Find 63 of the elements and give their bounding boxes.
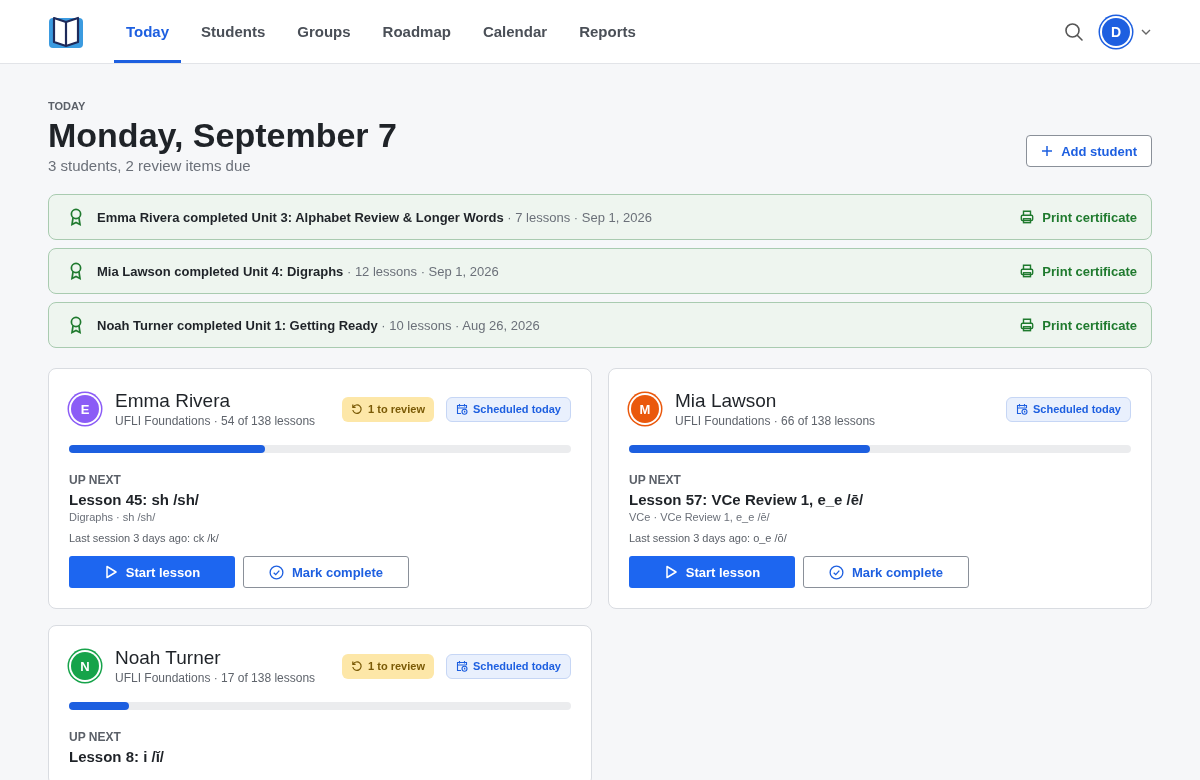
review-badge: 1 to review [342,653,434,679]
lesson-detail: Digraphs · sh /sh/ [69,511,157,523]
lesson-title: Lesson 45: sh /sh/ [69,491,201,508]
scheduled-badge: Scheduled today [445,396,571,422]
printer-icon [1020,318,1035,332]
refresh-icon [351,403,364,415]
certificate-message: Noah Turner completed Unit 1: Getting Ready · 10 lessons · Aug 26, 2026 [97,317,540,333]
nav-tab[interactable]: Roadmap [370,0,463,63]
add-student-button[interactable]: Add student [1026,135,1152,167]
course-summary: UFLI Foundations · 54 of 138 lessons [115,413,317,429]
award-ribbon-icon [69,208,83,226]
calendar-clock-icon [1015,403,1028,415]
last-session: Last session 3 days ago: o_e /ō/ [629,532,788,544]
student-name: Noah Turner [115,646,222,670]
scheduled-badge: Scheduled today [445,653,571,679]
chevron-down-icon[interactable] [1140,27,1152,36]
lesson-detail: VCe · VCe Review 1, e_e /ē/ [629,511,771,523]
start-lesson-button[interactable]: Start lesson [69,556,235,588]
play-icon [663,565,678,579]
student-name: Emma Rivera [115,389,232,413]
up-next-label: UP NEXT [629,473,682,487]
up-next-label: UP NEXT [69,473,122,487]
student-avatar: N [71,652,99,680]
up-next-label: UP NEXT [69,730,122,744]
nav-tab[interactable]: Reports [567,0,648,63]
course-summary: UFLI Foundations · 66 of 138 lessons [675,413,877,429]
lesson-title: Lesson 8: i /ĭ/ [69,748,166,765]
page-eyebrow: TODAY [48,100,87,112]
mark-complete-button[interactable]: Mark complete [243,556,409,588]
student-avatar: E [71,395,99,423]
certificate-message: Mia Lawson completed Unit 4: Digraphs · 12 lessons · Sep 1, 2026 [97,263,499,279]
lesson-title: Lesson 57: VCe Review 1, e_e /ē/ [629,491,865,508]
award-ribbon-icon [69,262,83,280]
certificate-message: Emma Rivera completed Unit 3: Alphabet Review & Longer Words · 7 lessons · Sep 1, 2026 [97,209,652,225]
nav-tab[interactable]: Students [189,0,278,63]
student-avatar: M [631,395,659,423]
nav-tab[interactable]: Today [114,0,182,63]
check-circle-icon [828,564,844,580]
plus-icon [1041,145,1054,157]
print-certificate-link[interactable]: Print certificate [1020,209,1137,225]
search-icon[interactable] [1064,21,1084,42]
refresh-icon [351,660,364,672]
check-circle-icon [268,564,284,580]
print-certificate-link[interactable]: Print certificate [1020,263,1137,279]
page-title: Monday, September 7 [48,116,397,155]
calendar-clock-icon [455,403,468,415]
play-icon [103,565,118,579]
review-badge: 1 to review [342,396,434,422]
mark-complete-button[interactable]: Mark complete [803,556,969,588]
printer-icon [1020,210,1035,224]
award-ribbon-icon [69,316,83,334]
student-name: Mia Lawson [675,389,778,413]
calendar-clock-icon [455,660,468,672]
nav-tab[interactable]: Groups [285,0,363,63]
print-certificate-link[interactable]: Print certificate [1020,317,1137,333]
nav-tab[interactable]: Calendar [470,0,560,63]
scheduled-badge: Scheduled today [1005,396,1131,422]
start-lesson-button[interactable]: Start lesson [629,556,795,588]
printer-icon [1020,264,1035,278]
user-avatar[interactable]: D [1102,17,1130,46]
course-summary: UFLI Foundations · 17 of 138 lessons [115,670,317,686]
page-subtitle: 3 students, 2 review items due [48,157,252,174]
last-session: Last session 3 days ago: ck /k/ [69,532,220,544]
